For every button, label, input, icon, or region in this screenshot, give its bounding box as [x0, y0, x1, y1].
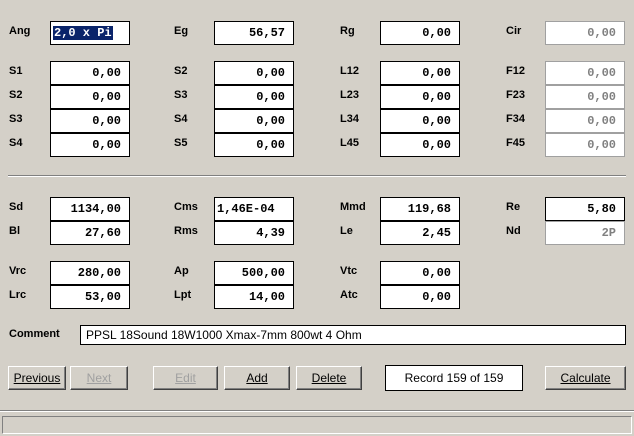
- lpt-field[interactable]: 14,00: [214, 285, 294, 309]
- add-button[interactable]: Add: [224, 366, 290, 390]
- cir-field: 0,00: [545, 21, 625, 45]
- label-l45: L45: [340, 137, 359, 149]
- re-field[interactable]: 5,80: [545, 197, 625, 221]
- label-f45: F45: [506, 137, 525, 149]
- le-field[interactable]: 2,45: [380, 221, 460, 245]
- next-button[interactable]: Next: [70, 366, 128, 390]
- label-s5: S5: [174, 137, 188, 149]
- l23-field[interactable]: 0,00: [380, 85, 460, 109]
- status-bar: [2, 416, 632, 434]
- label-f34: F34: [506, 113, 525, 125]
- f23-field: 0,00: [545, 85, 625, 109]
- s4-field[interactable]: 0,00: [50, 133, 130, 157]
- atc-field[interactable]: 0,00: [380, 285, 460, 309]
- label-cms: Cms: [174, 201, 198, 213]
- label-l12: L12: [340, 65, 359, 77]
- vtc-field[interactable]: 0,00: [380, 261, 460, 285]
- label-ap: Ap: [174, 265, 189, 277]
- nd-field: 2P: [545, 221, 625, 245]
- s2-field[interactable]: 0,00: [50, 85, 130, 109]
- comment-field[interactable]: PPSL 18Sound 18W1000 Xmax-7mm 800wt 4 Oh…: [80, 325, 626, 345]
- section-divider: [8, 175, 626, 177]
- label-sd: Sd: [9, 201, 24, 213]
- rg-field[interactable]: 0,00: [380, 21, 460, 45]
- record-indicator: Record 159 of 159: [385, 365, 523, 391]
- s4b-field[interactable]: 0,00: [214, 109, 294, 133]
- s3b-field[interactable]: 0,00: [214, 85, 294, 109]
- f12-field: 0,00: [545, 61, 625, 85]
- label-le: Le: [340, 225, 353, 237]
- label-s4b: S4: [174, 113, 188, 125]
- label-l23: L23: [340, 89, 359, 101]
- cms-field[interactable]: 1,46E-04: [214, 197, 294, 221]
- bl-field[interactable]: 27,60: [50, 221, 130, 245]
- label-rg: Rg: [340, 25, 355, 37]
- calculate-button[interactable]: Calculate: [545, 366, 626, 390]
- label-s3: S3: [9, 113, 23, 125]
- sd-field[interactable]: 1134,00: [50, 197, 130, 221]
- vrc-field[interactable]: 280,00: [50, 261, 130, 285]
- label-lrc: Lrc: [9, 289, 27, 301]
- status-divider: [0, 410, 634, 412]
- l34-field[interactable]: 0,00: [380, 109, 460, 133]
- label-vtc: Vtc: [340, 265, 358, 277]
- lrc-field[interactable]: 53,00: [50, 285, 130, 309]
- label-re: Re: [506, 201, 521, 213]
- label-ang: Ang: [9, 25, 31, 37]
- previous-button[interactable]: Previous: [8, 366, 66, 390]
- label-f23: F23: [506, 89, 525, 101]
- eg-field[interactable]: 56,57: [214, 21, 294, 45]
- delete-button[interactable]: Delete: [296, 366, 362, 390]
- s1-field[interactable]: 0,00: [50, 61, 130, 85]
- label-vrc: Vrc: [9, 265, 27, 277]
- label-l34: L34: [340, 113, 359, 125]
- label-s3b: S3: [174, 89, 188, 101]
- s2b-field[interactable]: 0,00: [214, 61, 294, 85]
- s3-field[interactable]: 0,00: [50, 109, 130, 133]
- s5-field[interactable]: 0,00: [214, 133, 294, 157]
- f45-field: 0,00: [545, 133, 625, 157]
- label-lpt: Lpt: [174, 289, 192, 301]
- ang-field[interactable]: 2,0 x Pi: [50, 21, 130, 45]
- label-mmd: Mmd: [340, 201, 366, 213]
- label-s1: S1: [9, 65, 23, 77]
- label-atc: Atc: [340, 289, 358, 301]
- label-f12: F12: [506, 65, 525, 77]
- label-comment: Comment: [9, 328, 60, 340]
- label-s4: S4: [9, 137, 23, 149]
- label-bl: Bl: [9, 225, 20, 237]
- l12-field[interactable]: 0,00: [380, 61, 460, 85]
- label-rms: Rms: [174, 225, 198, 237]
- label-eg: Eg: [174, 25, 189, 37]
- label-cir: Cir: [506, 25, 522, 37]
- label-s2: S2: [9, 89, 23, 101]
- ap-field[interactable]: 500,00: [214, 261, 294, 285]
- mmd-field[interactable]: 119,68: [380, 197, 460, 221]
- label-s2b: S2: [174, 65, 188, 77]
- l45-field[interactable]: 0,00: [380, 133, 460, 157]
- f34-field: 0,00: [545, 109, 625, 133]
- label-nd: Nd: [506, 225, 521, 237]
- edit-button[interactable]: Edit: [153, 366, 218, 390]
- rms-field[interactable]: 4,39: [214, 221, 294, 245]
